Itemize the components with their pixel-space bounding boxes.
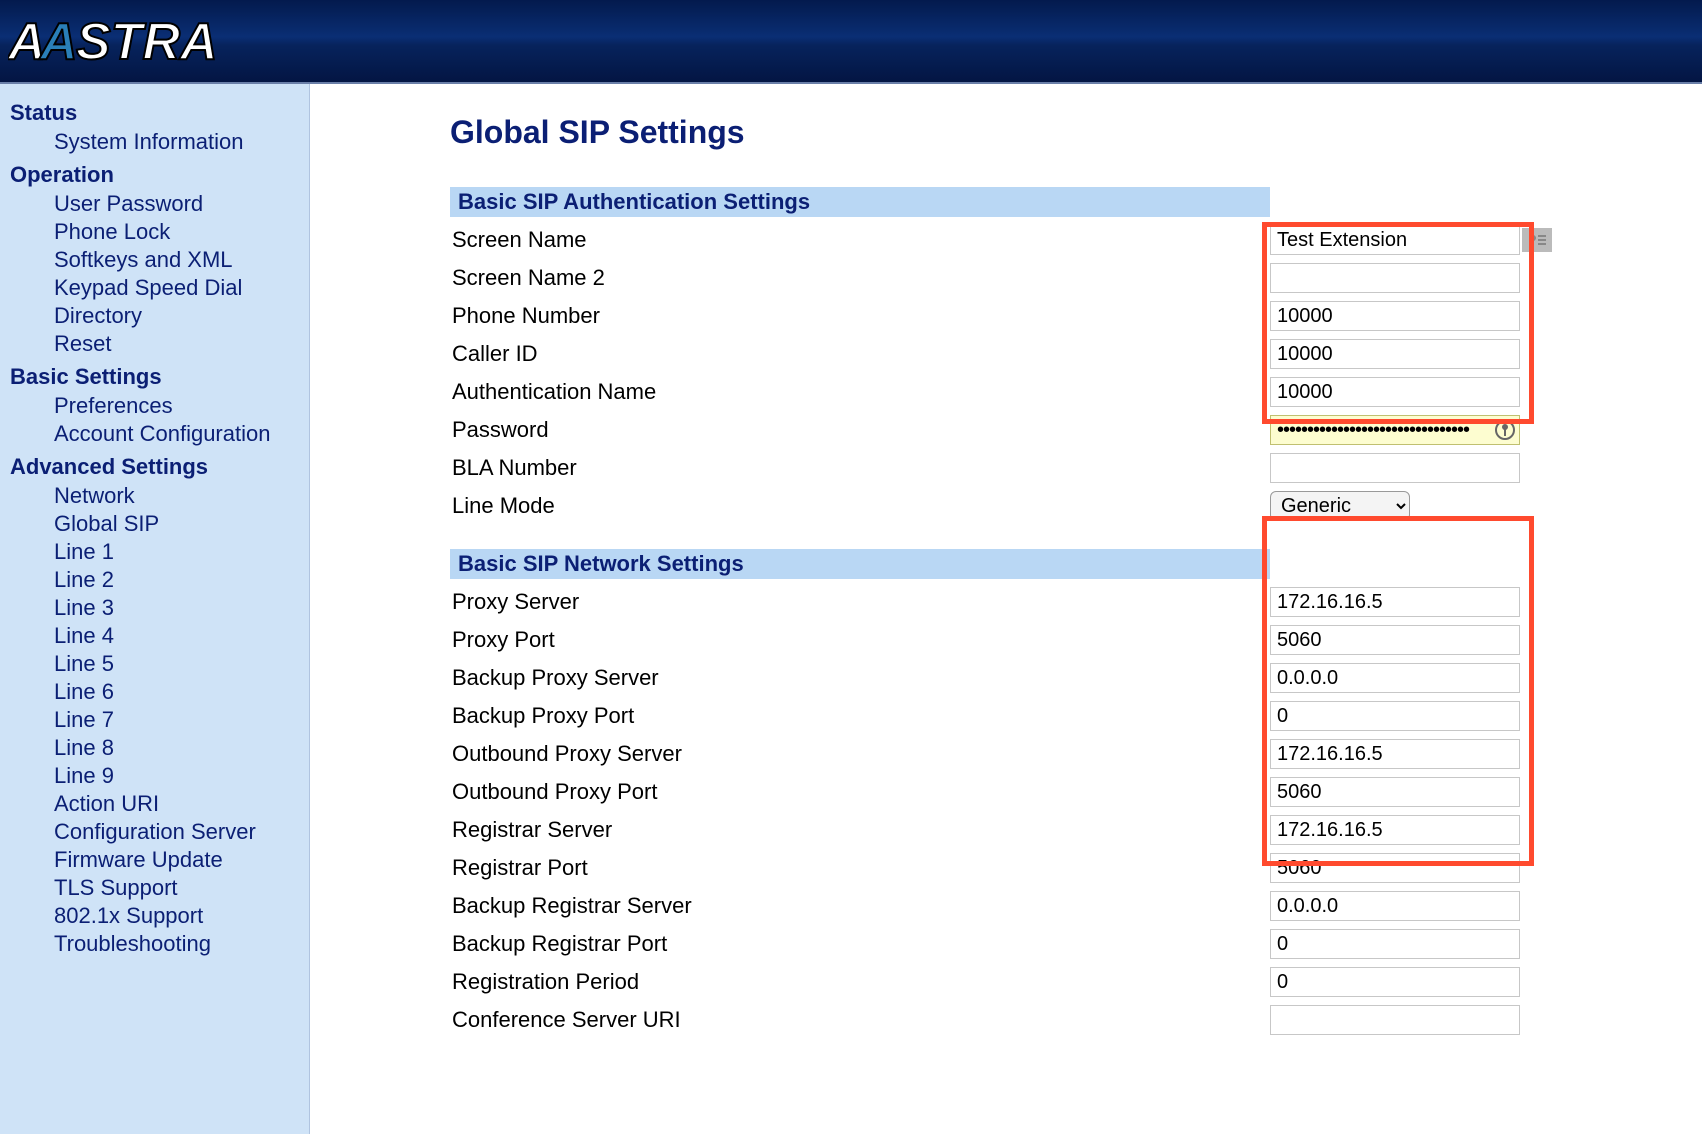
brand-logo: A A STRA	[8, 11, 268, 71]
nav-line-6[interactable]: Line 6	[54, 678, 309, 706]
caller-id-input[interactable]	[1270, 339, 1520, 369]
nav-phone-lock[interactable]: Phone Lock	[54, 218, 309, 246]
password-input[interactable]	[1270, 415, 1520, 445]
nav-head-basic-settings: Basic Settings	[10, 364, 309, 390]
header-bar: A A STRA	[0, 0, 1702, 84]
nav-line-7[interactable]: Line 7	[54, 706, 309, 734]
line-mode-select[interactable]: Generic	[1270, 491, 1410, 521]
outbound-proxy-server-label: Outbound Proxy Server	[450, 741, 1270, 767]
screen-name-label: Screen Name	[450, 227, 1270, 253]
backup-registrar-server-label: Backup Registrar Server	[450, 893, 1270, 919]
nav-reset[interactable]: Reset	[54, 330, 309, 358]
nav-system-information[interactable]: System Information	[54, 128, 309, 156]
backup-registrar-server-input[interactable]	[1270, 891, 1520, 921]
backup-proxy-port-input[interactable]	[1270, 701, 1520, 731]
nav-line-9[interactable]: Line 9	[54, 762, 309, 790]
backup-registrar-port-input[interactable]	[1270, 929, 1520, 959]
nav-line-1[interactable]: Line 1	[54, 538, 309, 566]
outbound-proxy-port-input[interactable]	[1270, 777, 1520, 807]
svg-text:A: A	[38, 13, 78, 71]
screen-name-input[interactable]	[1270, 225, 1520, 255]
outbound-proxy-server-input[interactable]	[1270, 739, 1520, 769]
auth-name-label: Authentication Name	[450, 379, 1270, 405]
phone-number-input[interactable]	[1270, 301, 1520, 331]
registrar-server-input[interactable]	[1270, 815, 1520, 845]
backup-proxy-port-label: Backup Proxy Port	[450, 703, 1270, 729]
nav-tls-support[interactable]: TLS Support	[54, 874, 309, 902]
main-content: Global SIP Settings Basic SIP Authentica…	[310, 84, 1702, 1134]
nav-configuration-server[interactable]: Configuration Server	[54, 818, 309, 846]
registration-period-input[interactable]	[1270, 967, 1520, 997]
caller-id-label: Caller ID	[450, 341, 1270, 367]
registrar-port-label: Registrar Port	[450, 855, 1270, 881]
nav-line-5[interactable]: Line 5	[54, 650, 309, 678]
proxy-port-input[interactable]	[1270, 625, 1520, 655]
proxy-server-label: Proxy Server	[450, 589, 1270, 615]
registrar-port-input[interactable]	[1270, 853, 1520, 883]
nav-softkeys-xml[interactable]: Softkeys and XML	[54, 246, 309, 274]
nav-keypad-speed-dial[interactable]: Keypad Speed Dial	[54, 274, 309, 302]
nav-network[interactable]: Network	[54, 482, 309, 510]
line-mode-label: Line Mode	[450, 493, 1270, 519]
nav-8021x-support[interactable]: 802.1x Support	[54, 902, 309, 930]
nav-line-4[interactable]: Line 4	[54, 622, 309, 650]
registration-period-label: Registration Period	[450, 969, 1270, 995]
network-section-header: Basic SIP Network Settings	[450, 549, 1270, 579]
nav-line-8[interactable]: Line 8	[54, 734, 309, 762]
backup-proxy-server-label: Backup Proxy Server	[450, 665, 1270, 691]
nav-account-configuration[interactable]: Account Configuration	[54, 420, 309, 448]
phone-number-label: Phone Number	[450, 303, 1270, 329]
nav-preferences[interactable]: Preferences	[54, 392, 309, 420]
nav-user-password[interactable]: User Password	[54, 190, 309, 218]
svg-text:STRA: STRA	[76, 13, 218, 71]
nav-head-advanced-settings: Advanced Settings	[10, 454, 309, 480]
screen-name2-label: Screen Name 2	[450, 265, 1270, 291]
nav-action-uri[interactable]: Action URI	[54, 790, 309, 818]
key-icon[interactable]	[1494, 419, 1516, 441]
nav-troubleshooting[interactable]: Troubleshooting	[54, 930, 309, 958]
backup-proxy-server-input[interactable]	[1270, 663, 1520, 693]
contact-card-icon[interactable]	[1522, 228, 1552, 252]
nav-global-sip[interactable]: Global SIP	[54, 510, 309, 538]
page-title: Global SIP Settings	[450, 114, 1682, 151]
nav-line-2[interactable]: Line 2	[54, 566, 309, 594]
nav-head-status: Status	[10, 100, 309, 126]
nav-head-operation: Operation	[10, 162, 309, 188]
nav-firmware-update[interactable]: Firmware Update	[54, 846, 309, 874]
proxy-server-input[interactable]	[1270, 587, 1520, 617]
sidebar: Status System Information Operation User…	[0, 84, 310, 1134]
backup-registrar-port-label: Backup Registrar Port	[450, 931, 1270, 957]
screen-name2-input[interactable]	[1270, 263, 1520, 293]
outbound-proxy-port-label: Outbound Proxy Port	[450, 779, 1270, 805]
conference-uri-label: Conference Server URI	[450, 1007, 1270, 1033]
registrar-server-label: Registrar Server	[450, 817, 1270, 843]
conference-uri-input[interactable]	[1270, 1005, 1520, 1035]
bla-label: BLA Number	[450, 455, 1270, 481]
password-label: Password	[450, 417, 1270, 443]
auth-section-header: Basic SIP Authentication Settings	[450, 187, 1270, 217]
auth-name-input[interactable]	[1270, 377, 1520, 407]
nav-directory[interactable]: Directory	[54, 302, 309, 330]
nav-line-3[interactable]: Line 3	[54, 594, 309, 622]
bla-input[interactable]	[1270, 453, 1520, 483]
proxy-port-label: Proxy Port	[450, 627, 1270, 653]
